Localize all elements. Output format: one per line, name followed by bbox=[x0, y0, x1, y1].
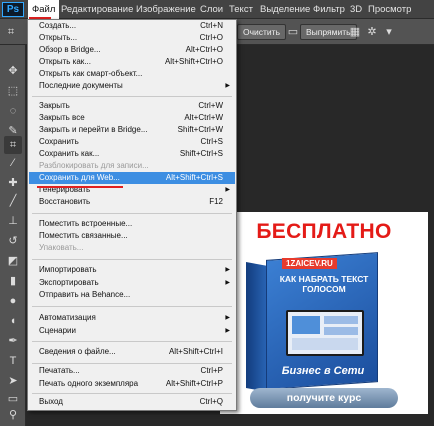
menu-item-close-all[interactable]: Закрыть все Alt+Ctrl+W bbox=[29, 112, 235, 124]
settings-icon[interactable]: ✲ bbox=[364, 24, 380, 40]
zoom-tool-icon[interactable]: ⚲ bbox=[4, 406, 22, 424]
gradient-tool-icon[interactable]: ▮ bbox=[4, 272, 22, 290]
menu-layers[interactable]: Слои bbox=[196, 0, 227, 19]
submenu-arrow-icon: ▶ bbox=[225, 328, 230, 334]
submenu-arrow-icon: ▶ bbox=[225, 315, 230, 321]
history-brush-tool-icon[interactable]: ↺ bbox=[4, 232, 22, 250]
submenu-arrow-icon: ▶ bbox=[225, 280, 230, 286]
menu-item-exit[interactable]: Выход Ctrl+Q bbox=[29, 396, 235, 408]
straighten-icon[interactable]: ▭ bbox=[285, 24, 301, 40]
save-for-web-underline-mark bbox=[37, 186, 123, 188]
grid-overlay-icon[interactable]: ▦ bbox=[347, 24, 363, 40]
photoshop-logo: Ps bbox=[2, 2, 24, 17]
path-select-tool-icon[interactable]: ➤ bbox=[4, 372, 22, 390]
menu-item-automate[interactable]: Автоматизация ▶ bbox=[29, 312, 235, 324]
stamp-tool-icon[interactable]: ⊥ bbox=[4, 212, 22, 230]
move-tool-icon[interactable]: ✥ bbox=[4, 62, 22, 80]
tools-panel: ✥ ⬚ ◌ ✎ ⌗ ⁄ ✚ ╱ ⊥ ↺ ◩ ▮ ● ◖ ✒ T ➤ ▭ ⚲ bbox=[0, 45, 26, 426]
menu-item-unlock-write: Разблокировать для записи... bbox=[39, 161, 149, 170]
menu-select[interactable]: Выделение bbox=[256, 0, 314, 19]
menu-item-open-smart-object[interactable]: Открыть как смарт-объект... bbox=[29, 68, 235, 80]
menu-view[interactable]: Просмотр bbox=[364, 0, 415, 19]
file-menu-dropdown: Создать... Ctrl+N Открыть... Ctrl+O Обзор … bbox=[27, 19, 237, 411]
menu-separator bbox=[32, 341, 232, 342]
menu-separator bbox=[32, 259, 232, 260]
marquee-tool-icon[interactable]: ⬚ bbox=[4, 82, 22, 100]
menu-separator bbox=[32, 363, 232, 364]
clear-button[interactable]: Очистить bbox=[237, 24, 287, 40]
lasso-tool-icon[interactable]: ◌ bbox=[4, 102, 22, 120]
laptop-illustration bbox=[286, 310, 364, 356]
chevron-down-icon[interactable]: ▾ bbox=[381, 24, 397, 40]
course-advert-image: БЕСПЛАТНО 1ZAICEV.RU КАК НАБРАТЬ ТЕКСТ Г… bbox=[220, 212, 428, 414]
eyedropper-tool-icon[interactable]: ⁄ bbox=[4, 154, 22, 172]
menu-item-place-linked[interactable]: Поместить связанные... bbox=[29, 230, 235, 242]
submenu-arrow-icon: ▶ bbox=[225, 83, 230, 89]
eraser-tool-icon[interactable]: ◩ bbox=[4, 252, 22, 270]
menu-item-print[interactable]: Печатать... Ctrl+P bbox=[29, 365, 235, 377]
crop-tool-icon[interactable]: ⌗ bbox=[4, 136, 22, 154]
ad-site: 1ZAICEV.RU bbox=[282, 258, 337, 269]
menu-separator bbox=[32, 306, 232, 307]
menu-item-open[interactable]: Открыть... Ctrl+O bbox=[29, 32, 235, 44]
menu-separator bbox=[32, 96, 232, 97]
menu-item-import[interactable]: Импортировать ▶ bbox=[29, 264, 235, 276]
blur-tool-icon[interactable]: ● bbox=[4, 292, 22, 310]
dodge-tool-icon[interactable]: ◖ bbox=[4, 312, 22, 330]
menu-item-scripts[interactable]: Сценарии ▶ bbox=[29, 325, 235, 337]
crop-icon[interactable]: ⌗ bbox=[3, 24, 19, 40]
menu-item-save[interactable]: Сохранить Ctrl+S bbox=[29, 136, 235, 148]
menu-item-file-info[interactable]: Сведения о файле... Alt+Shift+Ctrl+I bbox=[29, 346, 235, 358]
menu-item-print-one-copy[interactable]: Печать одного экземпляра Alt+Shift+Ctrl+P bbox=[29, 378, 235, 390]
submenu-arrow-icon: ▶ bbox=[225, 267, 230, 273]
menu-item-save-for-web[interactable]: Сохранить для Web... Alt+Shift+Ctrl+S bbox=[29, 172, 235, 184]
menu-separator bbox=[32, 213, 232, 214]
menu-item-revert[interactable]: Восстановить F12 bbox=[29, 196, 235, 208]
ad-business-label: Бизнес в Сети bbox=[281, 365, 365, 377]
menu-item-new[interactable]: Создать... Ctrl+N bbox=[29, 20, 235, 32]
menu-item-recent[interactable]: Последние документы ▶ bbox=[29, 80, 235, 92]
type-tool-icon[interactable]: T bbox=[4, 352, 22, 370]
menu-item-export[interactable]: Экспортировать ▶ bbox=[29, 277, 235, 289]
ad-subtitle: КАК НАБРАТЬ ТЕКСТ ГОЛОСОМ bbox=[279, 274, 369, 294]
pen-tool-icon[interactable]: ✒ bbox=[4, 332, 22, 350]
brush-tool-icon[interactable]: ╱ bbox=[4, 192, 22, 210]
menu-bar: Ps Файл Редактирование Изображение Слои … bbox=[0, 0, 434, 19]
menu-filter[interactable]: Фильтр bbox=[309, 0, 349, 19]
submenu-arrow-icon: ▶ bbox=[225, 187, 230, 193]
menu-type[interactable]: Текст bbox=[225, 0, 257, 19]
menu-image[interactable]: Изображение bbox=[132, 0, 200, 19]
menu-item-place-embedded[interactable]: Поместить встроенные... bbox=[29, 218, 235, 230]
healing-brush-tool-icon[interactable]: ✚ bbox=[4, 174, 22, 192]
menu-item-share-behance[interactable]: Отправить на Behance... bbox=[29, 289, 235, 301]
menu-edit[interactable]: Редактирование bbox=[57, 0, 137, 19]
menu-item-open-as[interactable]: Открыть как... Alt+Shift+Ctrl+O bbox=[29, 56, 235, 68]
menu-separator bbox=[32, 393, 232, 394]
get-course-button: получите курс bbox=[250, 388, 398, 408]
menu-item-browse-bridge[interactable]: Обзор в Bridge... Alt+Ctrl+O bbox=[29, 44, 235, 56]
menu-item-close-go-bridge[interactable]: Закрыть и перейти в Bridge... Shift+Ctrl+… bbox=[29, 124, 235, 136]
menu-item-save-as[interactable]: Сохранить как... Shift+Ctrl+S bbox=[29, 148, 235, 160]
ad-title: БЕСПЛАТНО bbox=[256, 220, 392, 243]
product-box-side bbox=[246, 262, 268, 392]
menu-item-package: Упаковать... bbox=[39, 243, 84, 252]
menu-item-close[interactable]: Закрыть Ctrl+W bbox=[29, 100, 235, 112]
